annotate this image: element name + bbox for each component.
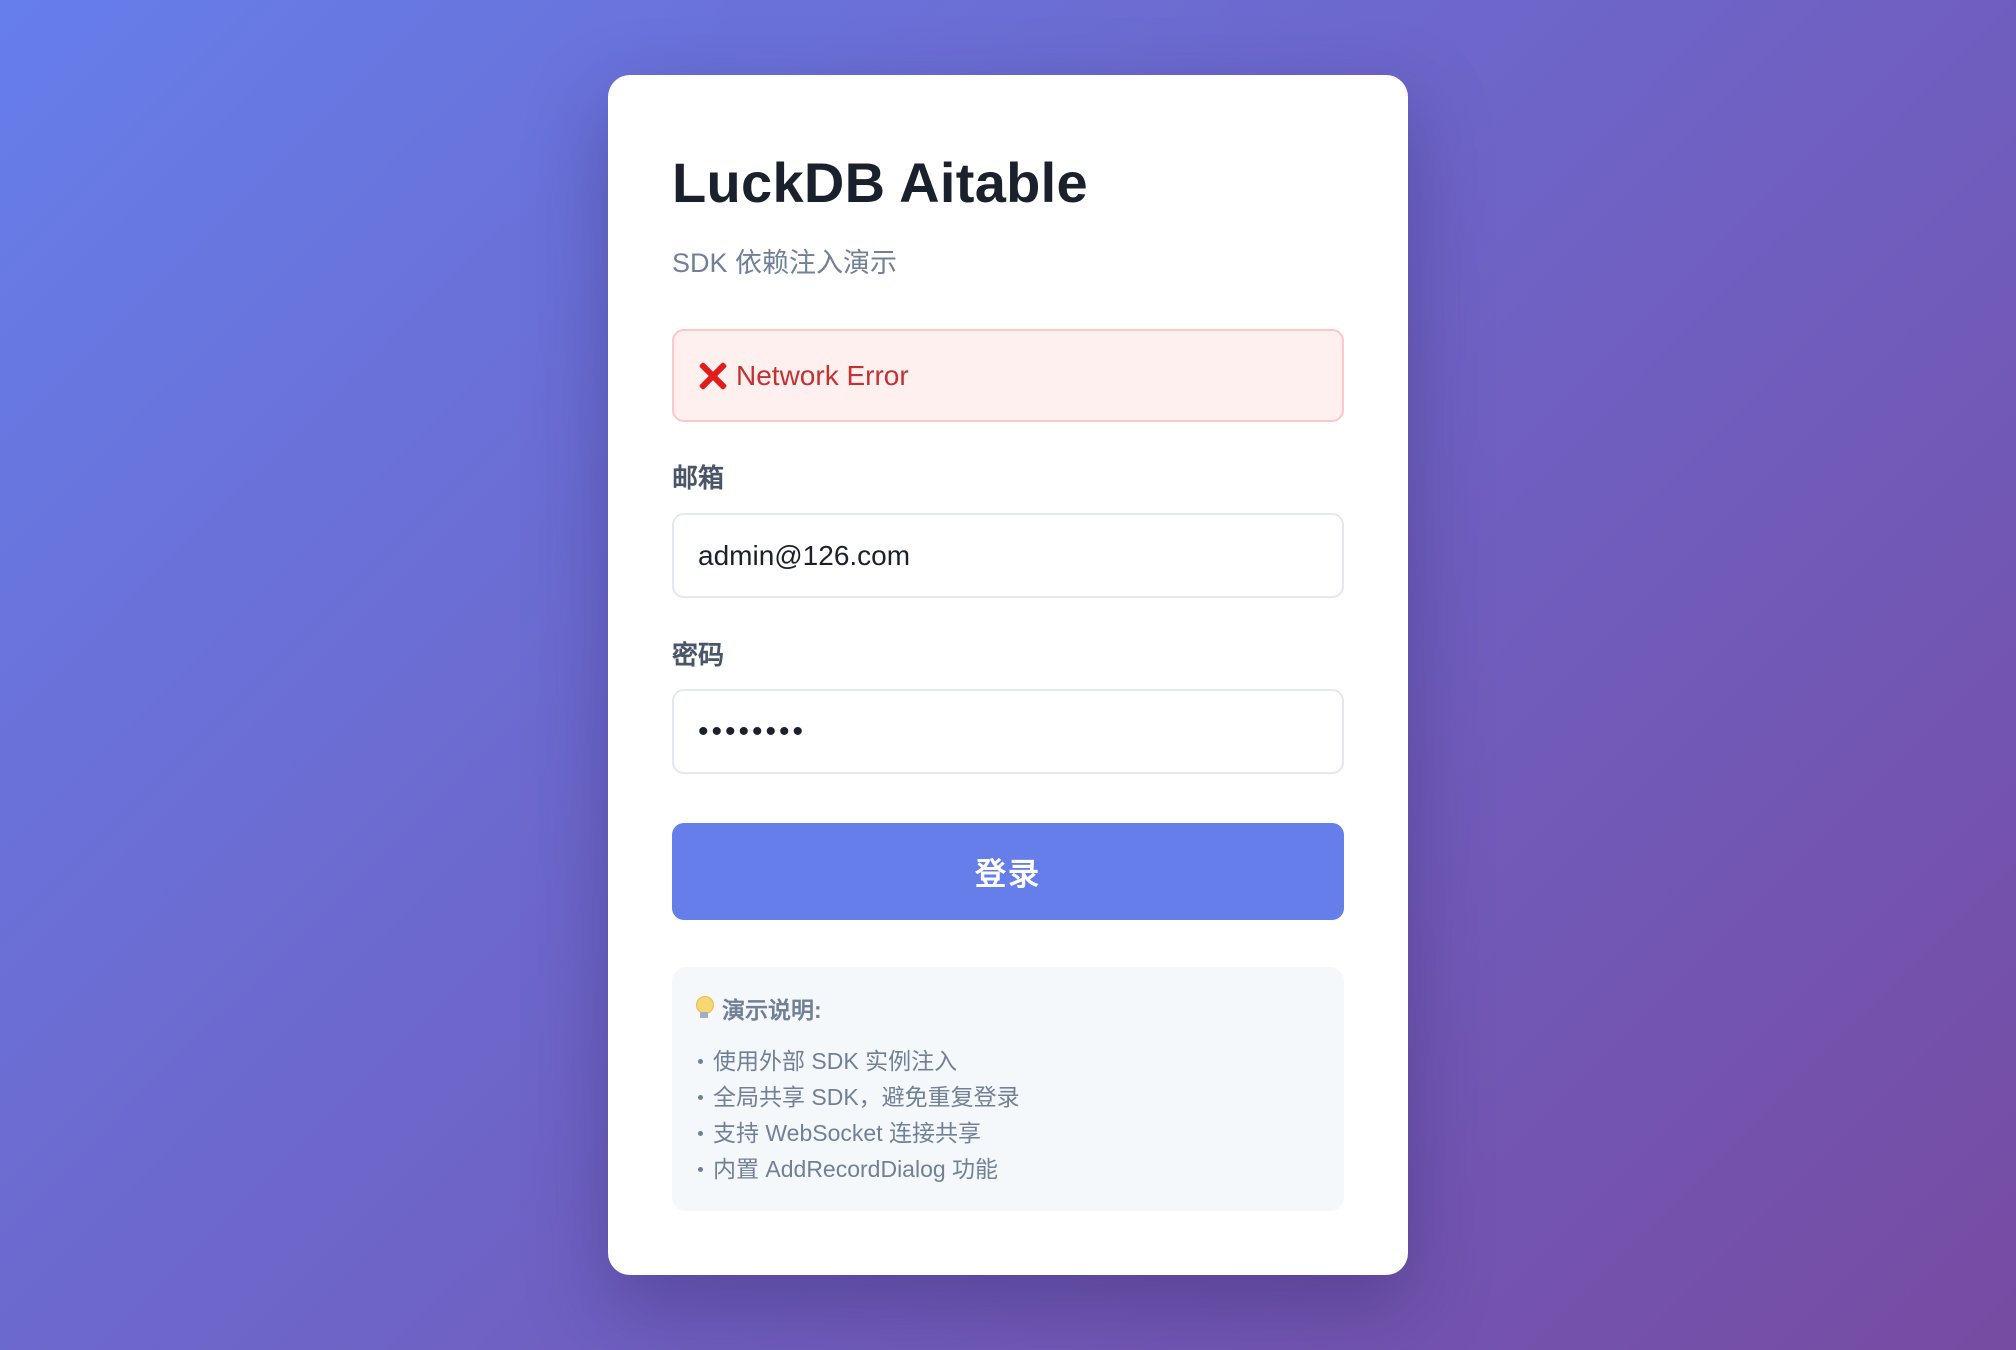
bullet-icon — [698, 1058, 703, 1064]
info-list: 使用外部 SDK 实例注入 全局共享 SDK，避免重复登录 支持 WebSock… — [696, 1043, 1320, 1187]
list-item: 使用外部 SDK 实例注入 — [696, 1043, 1320, 1079]
password-label: 密码 — [672, 640, 725, 670]
list-item-text: 使用外部 SDK 实例注入 — [713, 1048, 958, 1074]
info-heading-text: 演示说明: — [722, 997, 822, 1023]
list-item: 内置 AddRecordDialog 功能 — [696, 1151, 1320, 1187]
list-item-text: 全局共享 SDK，避免重复登录 — [713, 1084, 1020, 1110]
list-item: 支持 WebSocket 连接共享 — [696, 1115, 1320, 1151]
login-card: LuckDB Aitable SDK 依赖注入演示 Network Error … — [608, 75, 1408, 1275]
login-button[interactable]: 登录 — [672, 823, 1344, 920]
list-item-text: 支持 WebSocket 连接共享 — [713, 1120, 981, 1146]
info-panel: 演示说明: 使用外部 SDK 实例注入 全局共享 SDK，避免重复登录 支持 W… — [672, 967, 1344, 1211]
info-heading: 演示说明: — [696, 991, 1320, 1025]
cross-mark-icon — [698, 361, 728, 391]
bullet-icon — [698, 1130, 703, 1136]
list-item: 全局共享 SDK，避免重复登录 — [696, 1079, 1320, 1115]
email-label: 邮箱 — [672, 463, 725, 493]
app-title: LuckDB Aitable — [672, 151, 1088, 214]
bullet-icon — [698, 1094, 703, 1100]
lightbulb-icon — [696, 996, 714, 1020]
password-field[interactable] — [672, 689, 1344, 774]
error-alert: Network Error — [672, 329, 1344, 422]
error-message: Network Error — [736, 359, 909, 391]
app-subtitle: SDK 依赖注入演示 — [672, 248, 898, 278]
list-item-text: 内置 AddRecordDialog 功能 — [713, 1156, 999, 1182]
bullet-icon — [698, 1166, 703, 1172]
email-field[interactable] — [672, 513, 1344, 598]
